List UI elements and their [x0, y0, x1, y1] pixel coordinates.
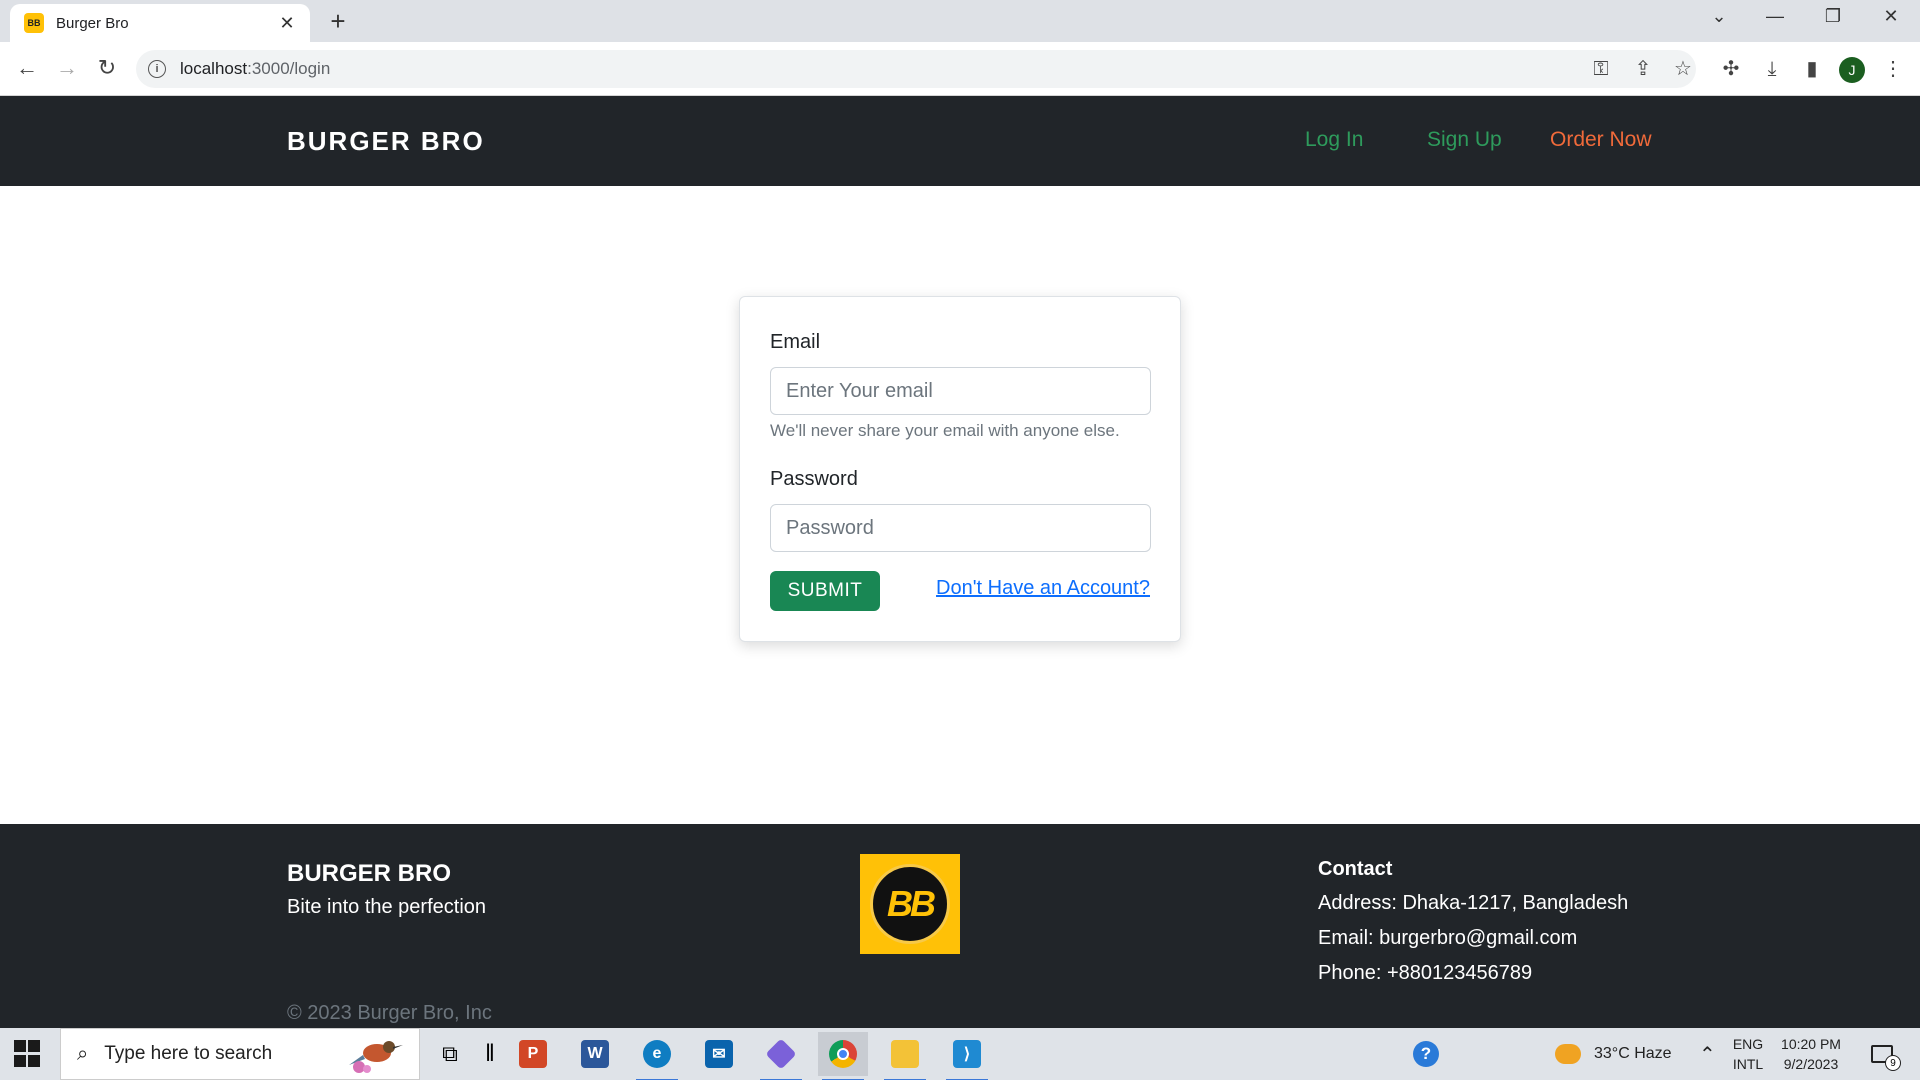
tab-close-icon[interactable]: ✕: [276, 13, 298, 34]
url-path: :3000/login: [247, 59, 331, 78]
site-info-icon[interactable]: i: [148, 60, 166, 78]
new-tab-plus-icon[interactable]: +: [324, 8, 352, 34]
site-navbar: BURGER BRO Log In Sign Up Order Now: [0, 96, 1920, 186]
nav-login-link[interactable]: Log In: [1305, 128, 1363, 152]
mail-app-icon[interactable]: ✉: [694, 1032, 744, 1076]
notification-count-badge: 9: [1885, 1055, 1901, 1071]
browser-menu-icon[interactable]: ⋮: [1880, 56, 1906, 82]
window-minimize-icon[interactable]: —: [1760, 6, 1790, 27]
notification-center-icon[interactable]: 9: [1862, 1036, 1902, 1072]
nav-signup-link[interactable]: Sign Up: [1427, 128, 1502, 152]
taskbar-search-placeholder: Type here to search: [104, 1043, 273, 1064]
clock-date[interactable]: 9/2/2023: [1774, 1056, 1848, 1072]
word-app-icon[interactable]: W: [570, 1032, 620, 1076]
language-bottom[interactable]: INTL: [1728, 1056, 1768, 1072]
window-close-icon[interactable]: ✕: [1876, 6, 1906, 27]
weather-haze-icon[interactable]: [1548, 1036, 1588, 1072]
chrome-app-icon[interactable]: [818, 1032, 868, 1080]
password-label: Password: [770, 468, 858, 490]
site-footer: BURGER BRO Bite into the perfection BB C…: [0, 824, 1920, 1028]
copilot-app-icon[interactable]: [756, 1032, 806, 1080]
clock-time[interactable]: 10:20 PM: [1774, 1036, 1848, 1052]
language-top[interactable]: ENG: [1728, 1036, 1768, 1052]
back-arrow-icon[interactable]: ←: [14, 56, 40, 80]
edge-app-icon[interactable]: e: [632, 1032, 682, 1080]
profile-avatar[interactable]: J: [1839, 57, 1865, 83]
email-help-text: We'll never share your email with anyone…: [770, 421, 1120, 440]
footer-tagline: Bite into the perfection: [287, 896, 487, 918]
browser-tab-strip: BB Burger Bro ✕ + ⌄ — ❐ ✕: [0, 0, 1920, 42]
submit-button[interactable]: SUBMIT: [770, 571, 880, 611]
tab-favicon-icon: BB: [24, 13, 44, 33]
footer-brand: BURGER BRO: [287, 860, 452, 887]
tray-chevron-up-icon[interactable]: ⌃: [1699, 1042, 1716, 1067]
file-explorer-app-icon[interactable]: [880, 1032, 930, 1080]
help-badge-icon[interactable]: ?: [1406, 1036, 1446, 1072]
bookmark-star-icon[interactable]: ☆: [1670, 56, 1696, 82]
extensions-puzzle-icon[interactable]: ✣: [1718, 56, 1744, 82]
browser-toolbar: ← → ↻ i localhost:3000/login ⚿ ⇪ ☆ ✣ ⤓ ▮…: [0, 42, 1920, 96]
weather-text[interactable]: 33°C Haze: [1594, 1045, 1672, 1063]
window-restore-icon[interactable]: ❐: [1818, 6, 1848, 27]
vscode-app-icon[interactable]: ⟩: [942, 1032, 992, 1080]
login-card: Email We'll never share your email with …: [739, 296, 1181, 642]
tab-search-chevron-icon[interactable]: ⌄: [1704, 6, 1734, 27]
reload-icon[interactable]: ↻: [94, 56, 120, 80]
contact-email: Email: burgerbro@gmail.com: [1318, 927, 1578, 949]
powerpoint-app-icon[interactable]: P: [508, 1032, 558, 1076]
signup-account-link[interactable]: Don't Have an Account?: [936, 577, 1150, 600]
footer-logo: BB: [860, 854, 960, 954]
side-panel-icon[interactable]: ▮: [1799, 56, 1825, 82]
email-label: Email: [770, 331, 821, 353]
windows-taskbar: ⌕ Type here to search ⧉ ‖ P W e ✉ ⟩ ? 33…: [0, 1028, 1920, 1080]
windows-start-icon[interactable]: [14, 1040, 42, 1068]
contact-heading: Contact: [1318, 858, 1393, 880]
address-bar[interactable]: i localhost:3000/login: [136, 50, 1696, 88]
downloads-icon[interactable]: ⤓: [1759, 56, 1785, 82]
password-field[interactable]: [770, 504, 1151, 552]
logo-disc: BB: [870, 864, 950, 944]
nav-order-now-link[interactable]: Order Now: [1550, 128, 1652, 152]
contact-phone: Phone: +880123456789: [1318, 962, 1533, 984]
logo-text: BB: [887, 883, 936, 924]
browser-tab-active[interactable]: BB Burger Bro ✕: [10, 4, 310, 42]
task-view-icon[interactable]: ⧉: [430, 1036, 470, 1072]
contact-address: Address: Dhaka-1217, Bangladesh: [1318, 892, 1629, 914]
forward-arrow-icon[interactable]: →: [54, 56, 80, 80]
url-text[interactable]: localhost:3000/login: [180, 59, 330, 79]
widgets-divider-icon[interactable]: ‖: [470, 1036, 510, 1072]
url-host: localhost: [180, 59, 248, 78]
tab-title: Burger Bro: [56, 14, 129, 32]
share-icon[interactable]: ⇪: [1630, 56, 1656, 82]
navbar-brand[interactable]: BURGER BRO: [287, 126, 485, 157]
password-key-icon[interactable]: ⚿: [1588, 56, 1614, 82]
search-highlight-bird-icon: [349, 1041, 403, 1073]
search-icon: ⌕: [77, 1042, 89, 1065]
taskbar-search-input[interactable]: ⌕ Type here to search: [60, 1028, 420, 1080]
email-field[interactable]: [770, 367, 1151, 415]
copyright-text: © 2023 Burger Bro, Inc: [287, 1002, 492, 1024]
